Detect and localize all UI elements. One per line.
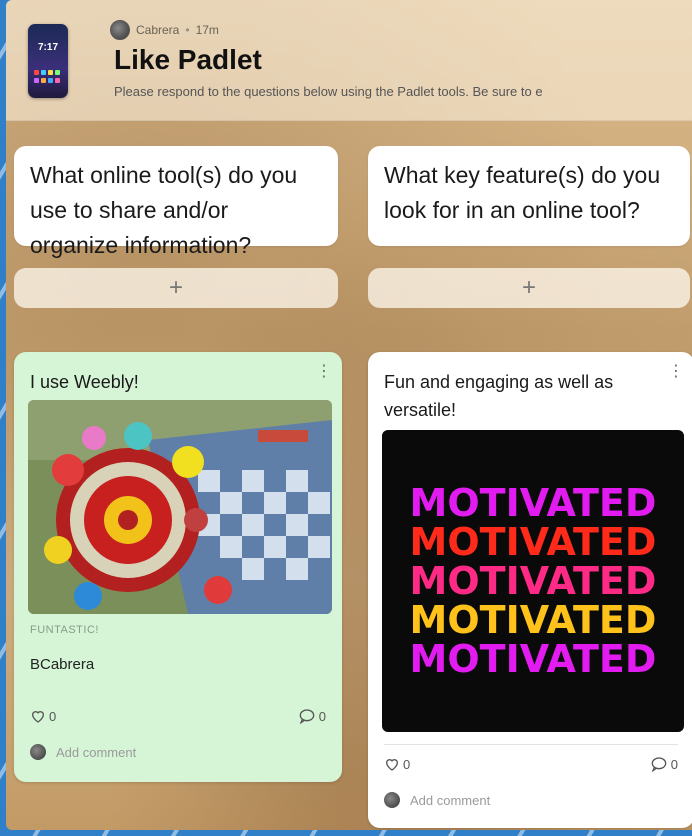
kebab-menu-icon[interactable]: ⋮ (668, 364, 684, 380)
comment-button[interactable]: 0 (650, 756, 678, 772)
gif-text-line: MOTIVATED (409, 597, 657, 642)
plus-icon: + (168, 274, 183, 301)
add-post-button-1[interactable]: + (14, 268, 338, 308)
section-title-2[interactable]: What key feature(s) do you look for in a… (368, 146, 690, 246)
author-name[interactable]: Cabrera (136, 23, 179, 37)
divider (384, 744, 678, 745)
comment-count: 0 (318, 708, 326, 724)
section-title-1[interactable]: What online tool(s) do you use to share … (14, 146, 338, 258)
post-timestamp: 17m (195, 23, 219, 37)
board-thumbnail-time: 7:17 (37, 42, 58, 53)
comment-count: 0 (670, 756, 678, 772)
heart-icon (31, 711, 45, 723)
board-title: Like Padlet (114, 44, 262, 75)
gif-text-line: MOTIVATED (409, 636, 657, 681)
amusement-ride-photo (28, 400, 332, 614)
post-card-1[interactable]: ⋮ I use Weebly! FUNTASTIC! BCabrera 0 0 … (14, 352, 342, 782)
comment-button[interactable]: 0 (298, 708, 326, 724)
post-title: Fun and engaging as well as versatile! (384, 372, 614, 420)
user-avatar (384, 792, 400, 808)
add-comment-row[interactable]: Add comment (30, 744, 136, 760)
heart-icon (385, 759, 399, 771)
gif-text-line: MOTIVATED (409, 480, 657, 525)
user-avatar (30, 744, 46, 760)
add-post-button-2[interactable]: + (368, 268, 690, 308)
like-count: 0 (49, 708, 57, 724)
add-comment-row[interactable]: Add comment (384, 792, 490, 808)
comment-bubble-icon (651, 757, 667, 772)
post-photo[interactable] (28, 400, 332, 614)
author-avatar[interactable] (110, 20, 130, 40)
post-title: I use Weebly! (30, 372, 139, 392)
comment-bubble-icon (299, 709, 315, 724)
add-comment-input[interactable]: Add comment (410, 793, 490, 808)
plus-icon: + (521, 274, 536, 301)
reactions-row: 0 0 (384, 756, 678, 772)
like-button[interactable]: 0 (30, 708, 56, 724)
app-frame: 7:17 Cabrera • 17m Like Padlet Please re… (0, 0, 692, 836)
board-thumbnail-apps (34, 70, 62, 84)
post-body: BCabrera (30, 656, 95, 673)
padlet-board: 7:17 Cabrera • 17m Like Padlet Please re… (6, 0, 692, 830)
section-column-1: What online tool(s) do you use to share … (14, 146, 338, 308)
like-count: 0 (403, 756, 411, 772)
board-header: 7:17 Cabrera • 17m Like Padlet Please re… (6, 0, 692, 121)
motivated-gif[interactable]: MOTIVATED MOTIVATED MOTIVATED MOTIVATED … (382, 430, 684, 732)
board-description: Please respond to the questions below us… (114, 84, 543, 99)
gif-text-line: MOTIVATED (409, 558, 657, 603)
reactions-row: 0 0 (30, 708, 326, 724)
board-thumbnail-icon[interactable]: 7:17 (28, 24, 68, 98)
add-comment-input[interactable]: Add comment (56, 745, 136, 760)
like-button[interactable]: 0 (384, 756, 410, 772)
attachment-caption: FUNTASTIC! (30, 624, 99, 636)
section-column-2: What key feature(s) do you look for in a… (368, 146, 690, 308)
post-card-2[interactable]: ⋮ Fun and engaging as well as versatile!… (368, 352, 692, 828)
gif-text-line: MOTIVATED (409, 519, 657, 564)
author-row: Cabrera • 17m (110, 20, 219, 40)
kebab-menu-icon[interactable]: ⋮ (316, 364, 332, 380)
separator-dot: • (185, 23, 190, 37)
